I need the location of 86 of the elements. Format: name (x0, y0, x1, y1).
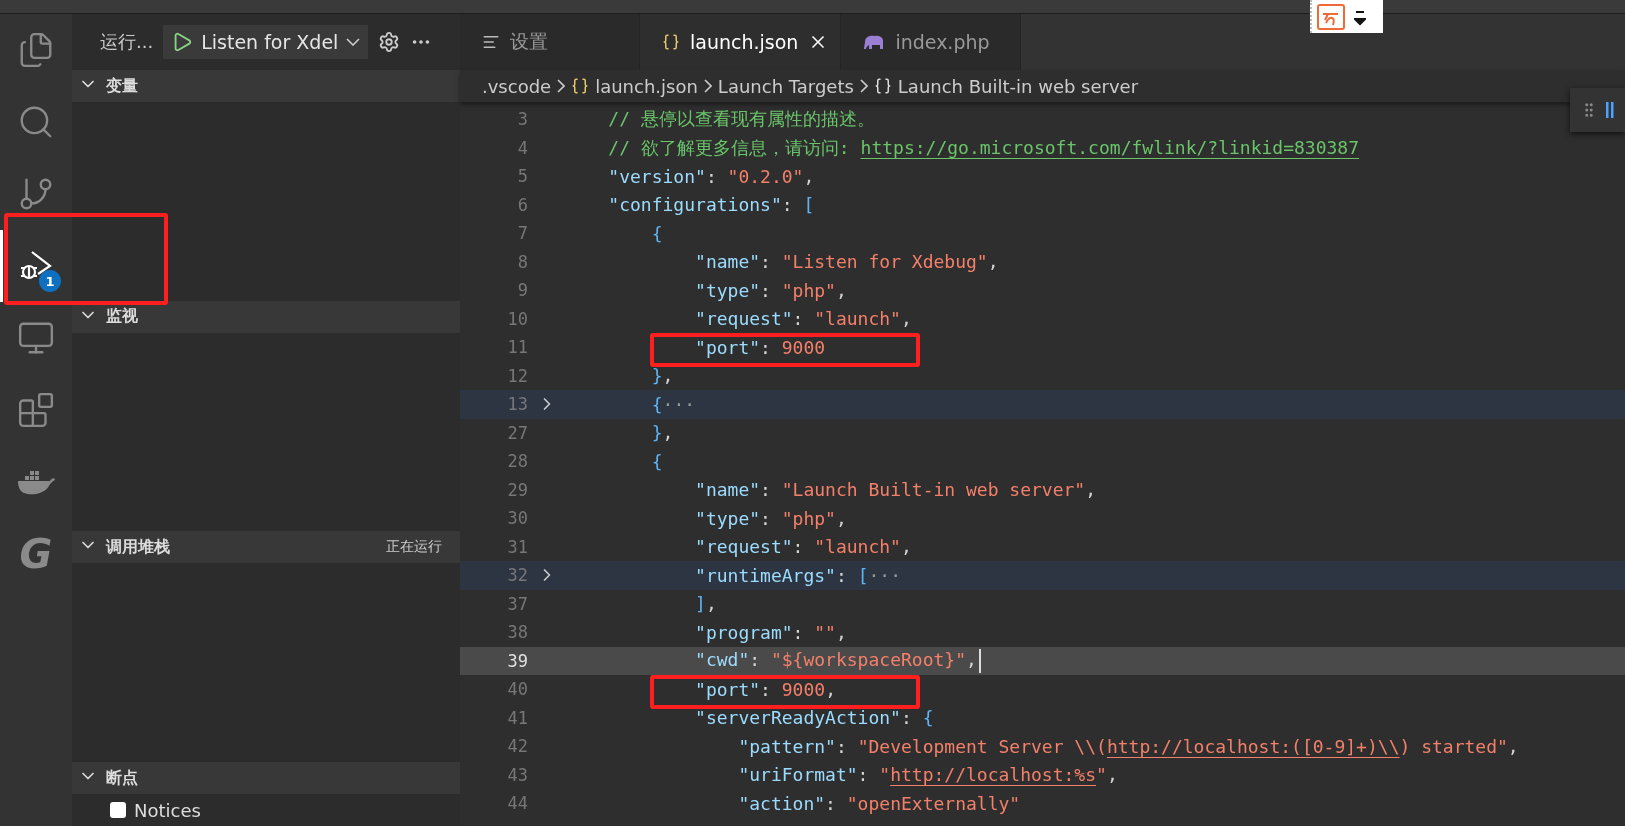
section-title: 变量 (106, 75, 139, 97)
code-line: {··· (650, 393, 696, 415)
breadcrumb-item[interactable]: .vscode (482, 75, 552, 97)
code-line: }, (650, 365, 674, 387)
line-number: 4 (516, 137, 528, 158)
line-number: 38 (506, 622, 528, 643)
braces-icon (571, 77, 590, 95)
line-number: 40 (506, 679, 528, 700)
line-number: 29 (506, 479, 528, 500)
input-method-widget[interactable] (1310, 0, 1383, 33)
code-line: "action": "openExternally" (737, 792, 1021, 814)
line-number: 30 (506, 508, 528, 529)
line-number: 10 (506, 308, 528, 329)
line-number: 39 (506, 650, 528, 671)
code-line: "name": "Listen for Xdebug", (694, 251, 999, 273)
section-title: 调用堆栈 (106, 536, 171, 558)
section-header[interactable]: 监视 (72, 300, 460, 333)
breakpoint-label: Notices (134, 799, 201, 821)
blocks-icon[interactable] (17, 391, 55, 429)
pen-icon (1316, 2, 1346, 31)
line-number: 5 (516, 166, 528, 187)
code-line: { (650, 222, 663, 244)
line-number: 7 (516, 223, 528, 244)
count-badge: 1 (39, 270, 61, 292)
elephant-icon (863, 34, 886, 50)
code-line: "port": 9000 (565, 336, 826, 358)
code-line: // 悬停以查看现有属性的描述。 (607, 107, 875, 132)
breadcrumb-item[interactable]: Launch Built-in web server (897, 75, 1139, 97)
section-header[interactable]: 断点 (72, 762, 460, 794)
code-line: // 欲了解更多信息，请访问: https://go.microsoft.com/fwlink/?linkid=830387 (607, 135, 1360, 160)
section-title: 监视 (106, 306, 139, 328)
braces-icon (873, 77, 892, 95)
code-line: { (650, 450, 663, 472)
code-line: "runtimeArgs": [··· (694, 564, 901, 586)
code-line: "serverReadyAction": { (694, 707, 934, 729)
code-line: "request": "launch", (694, 308, 912, 330)
chevron-down-icon (346, 38, 361, 46)
line-number: 31 (506, 536, 528, 557)
section-header[interactable]: 变量 (72, 70, 460, 102)
run-label: 运行... (100, 30, 154, 54)
code-line: "cwd": "${workspaceRoot}", (565, 648, 981, 673)
line-number: 13 (506, 394, 528, 415)
checkbox[interactable] (110, 802, 126, 818)
line-number: 11 (506, 337, 528, 358)
line-number: 9 (516, 280, 528, 301)
line-number: 32 (506, 565, 528, 586)
code-line: "configurations": [ (607, 194, 815, 216)
line-number: 6 (516, 194, 528, 215)
line-number: 41 (506, 707, 528, 728)
line-number: 42 (506, 736, 528, 757)
code-line: "type": "php", (694, 507, 847, 529)
settings-icon[interactable] (378, 31, 401, 53)
line-number: 37 (506, 593, 528, 614)
line-number: 43 (506, 764, 528, 785)
code-line: "port": 9000, (565, 678, 836, 700)
line-number: 12 (506, 365, 528, 386)
code-line: "version": "0.2.0", (607, 165, 815, 187)
code-line: "program": "", (694, 621, 847, 643)
code-line: "uriFormat": "http://localhost:%s", (737, 764, 1118, 786)
editor-tab[interactable]: launch.json (640, 14, 842, 70)
breadcrumb-item[interactable]: Launch Targets (717, 75, 854, 97)
list-icon (482, 33, 500, 51)
line-number: 44 (506, 793, 528, 814)
code-line: "name": "Launch Built-in web server", (694, 479, 1097, 501)
section-header[interactable]: 调用堆栈 正在运行 (72, 531, 460, 564)
chevron-right-icon (703, 79, 712, 93)
editor-tab[interactable]: 设置 (460, 14, 640, 70)
pause-icon[interactable] (1606, 100, 1614, 120)
line-number: 3 (516, 109, 528, 130)
chevron-right-icon (859, 79, 868, 93)
status-label: 正在运行 (386, 538, 442, 557)
chevron-right-icon (557, 79, 566, 93)
code-line: "request": "launch", (694, 536, 912, 558)
braces-icon (662, 33, 680, 51)
line-number: 28 (506, 451, 528, 472)
code-line: }, (650, 422, 674, 444)
code-line: "type": "php", (694, 279, 847, 301)
code-line: ], (694, 593, 717, 615)
editor-tab[interactable]: index.php (841, 14, 1022, 70)
logo-icon[interactable]: G (19, 531, 53, 577)
configuration-dropdown[interactable]: Listen for Xdel (163, 25, 369, 59)
code-line: "pattern": "Development Server \\(http://localhost:([0-9]+)\\) started", (737, 735, 1519, 757)
line-number: 8 (516, 251, 528, 272)
section-title: 断点 (106, 767, 139, 789)
line-number: 27 (506, 422, 528, 443)
breadcrumb-item[interactable]: launch.json (595, 75, 698, 97)
